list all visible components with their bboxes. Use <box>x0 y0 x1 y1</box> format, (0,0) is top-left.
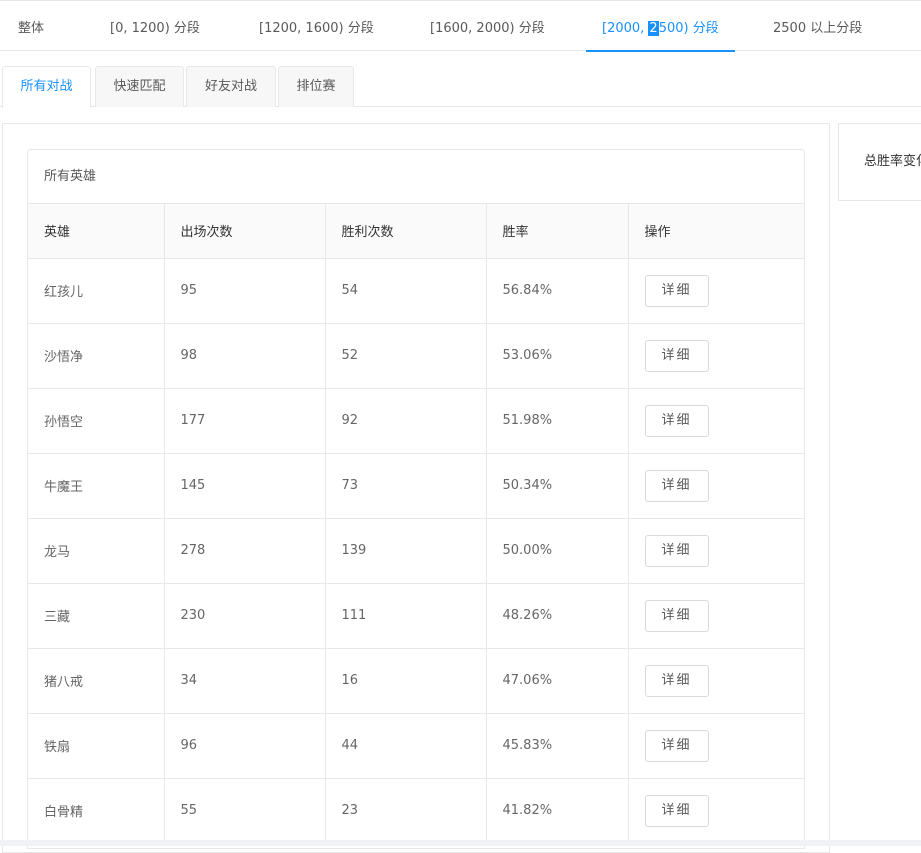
table-row: 孙悟空 177 92 51.98% 详细 <box>28 388 804 454</box>
tab-rank-0-1200[interactable]: [0, 1200) 分段 <box>110 1 200 51</box>
hero-name: 沙悟净 <box>28 323 165 389</box>
table-header-row: 英雄 出场次数 胜利次数 胜率 操作 <box>28 204 804 259</box>
win-rate-trend-card: 总胜率变化 <box>838 123 921 201</box>
table-row: 铁扇 96 44 45.83% 详细 <box>28 713 804 779</box>
tab-ranked[interactable]: 排位赛 <box>278 66 354 107</box>
tab-friend-battle[interactable]: 好友对战 <box>186 66 276 107</box>
hero-name: 白骨精 <box>28 778 165 844</box>
mode-tabs: 所有对战 快速匹配 好友对战 排位赛 <box>0 66 921 108</box>
column-header-action: 操作 <box>628 204 804 259</box>
table-row: 红孩儿 95 54 56.84% 详细 <box>28 258 804 324</box>
hero-name: 红孩儿 <box>28 258 165 324</box>
hero-name: 牛魔王 <box>28 453 165 519</box>
tab-rank-2500-plus[interactable]: 2500 以上分段 <box>773 1 862 51</box>
bottom-scroll-area <box>0 840 921 846</box>
detail-button[interactable]: 详细 <box>644 404 709 437</box>
action-cell: 详细 <box>628 453 804 519</box>
action-cell: 详细 <box>628 713 804 779</box>
table-row: 牛魔王 145 73 50.34% 详细 <box>28 453 804 519</box>
games-count: 55 <box>164 778 326 844</box>
column-header-hero: 英雄 <box>28 204 165 259</box>
column-header-rate: 胜率 <box>486 204 629 259</box>
games-count: 95 <box>164 258 326 324</box>
table-title: 所有英雄 <box>28 150 804 204</box>
win-rate: 41.82% <box>486 778 629 844</box>
action-cell: 详细 <box>628 648 804 714</box>
wins-count: 23 <box>325 778 487 844</box>
games-count: 177 <box>164 388 326 454</box>
column-header-wins: 胜利次数 <box>325 204 487 259</box>
hero-name: 猪八戒 <box>28 648 165 714</box>
action-cell: 详细 <box>628 518 804 584</box>
table-row: 白骨精 55 23 41.82% 详细 <box>28 778 804 844</box>
action-cell: 详细 <box>628 388 804 454</box>
action-cell: 详细 <box>628 583 804 649</box>
games-count: 145 <box>164 453 326 519</box>
wins-count: 111 <box>325 583 487 649</box>
table-row: 猪八戒 34 16 47.06% 详细 <box>28 648 804 714</box>
games-count: 98 <box>164 323 326 389</box>
games-count: 230 <box>164 583 326 649</box>
hero-name: 龙马 <box>28 518 165 584</box>
games-count: 278 <box>164 518 326 584</box>
detail-button[interactable]: 详细 <box>644 599 709 632</box>
games-count: 96 <box>164 713 326 779</box>
win-rate: 47.06% <box>486 648 629 714</box>
wins-count: 52 <box>325 323 487 389</box>
tab-rank-1200-1600[interactable]: [1200, 1600) 分段 <box>259 1 374 51</box>
tab-rank-2000-2500[interactable]: [2000, 2500) 分段 <box>586 1 735 52</box>
tab-label-part: 500) 分段 <box>658 21 719 36</box>
action-cell: 详细 <box>628 258 804 324</box>
win-rate: 50.00% <box>486 518 629 584</box>
detail-button[interactable]: 详细 <box>644 664 709 697</box>
detail-button[interactable]: 详细 <box>644 729 709 762</box>
win-rate-trend-title: 总胜率变化 <box>864 154 921 169</box>
hero-stats-table: 英雄 出场次数 胜利次数 胜率 操作 红孩儿 95 54 56.84% 详细 沙… <box>28 204 804 844</box>
table-row: 龙马 278 139 50.00% 详细 <box>28 518 804 584</box>
detail-button[interactable]: 详细 <box>644 794 709 827</box>
wins-count: 139 <box>325 518 487 584</box>
games-count: 34 <box>164 648 326 714</box>
tab-all-battles[interactable]: 所有对战 <box>2 66 91 108</box>
win-rate: 51.98% <box>486 388 629 454</box>
action-cell: 详细 <box>628 323 804 389</box>
tab-label-part: [2000, <box>602 21 649 36</box>
detail-button[interactable]: 详细 <box>644 534 709 567</box>
wins-count: 44 <box>325 713 487 779</box>
detail-button[interactable]: 详细 <box>644 339 709 372</box>
tab-quick-match[interactable]: 快速匹配 <box>95 66 184 107</box>
column-header-games: 出场次数 <box>164 204 326 259</box>
rank-tabs: 整体 [0, 1200) 分段 [1200, 1600) 分段 [1600, 2… <box>0 0 921 52</box>
hero-name: 铁扇 <box>28 713 165 779</box>
detail-button[interactable]: 详细 <box>644 469 709 502</box>
tab-overall[interactable]: 整体 <box>18 1 44 51</box>
hero-table: 所有英雄 英雄 出场次数 胜利次数 胜率 操作 红孩儿 95 54 56.84%… <box>27 149 805 849</box>
wins-count: 92 <box>325 388 487 454</box>
wins-count: 54 <box>325 258 487 324</box>
detail-button[interactable]: 详细 <box>644 274 709 307</box>
win-rate: 48.26% <box>486 583 629 649</box>
selected-text: 2 <box>648 21 659 36</box>
hero-name: 孙悟空 <box>28 388 165 454</box>
win-rate: 53.06% <box>486 323 629 389</box>
tab-rank-1600-2000[interactable]: [1600, 2000) 分段 <box>430 1 545 51</box>
hero-name: 三藏 <box>28 583 165 649</box>
win-rate: 45.83% <box>486 713 629 779</box>
wins-count: 73 <box>325 453 487 519</box>
table-row: 沙悟净 98 52 53.06% 详细 <box>28 323 804 389</box>
win-rate: 50.34% <box>486 453 629 519</box>
action-cell: 详细 <box>628 778 804 844</box>
win-rate: 56.84% <box>486 258 629 324</box>
wins-count: 16 <box>325 648 487 714</box>
table-row: 三藏 230 111 48.26% 详细 <box>28 583 804 649</box>
